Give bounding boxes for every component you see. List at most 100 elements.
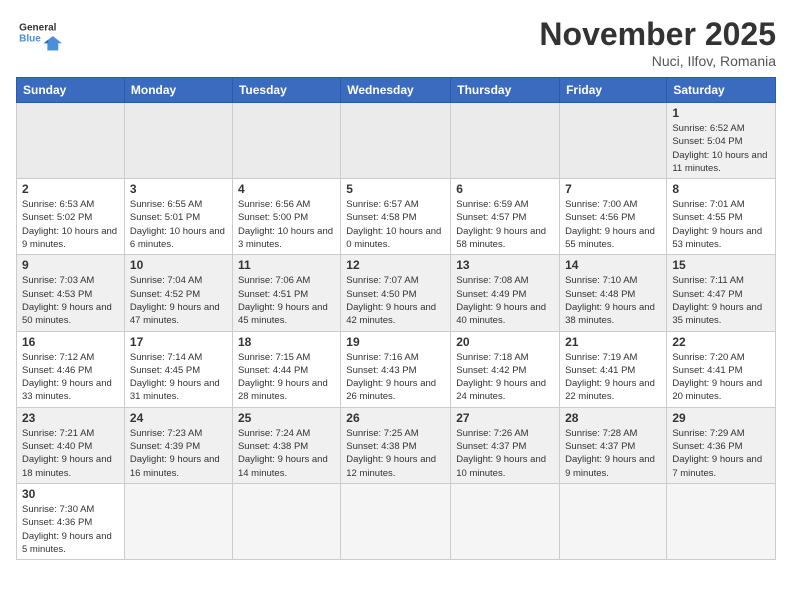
day-number: 22 bbox=[672, 335, 770, 349]
day-number: 3 bbox=[130, 182, 227, 196]
day-info: Sunrise: 7:25 AM Sunset: 4:38 PM Dayligh… bbox=[346, 427, 445, 480]
calendar-cell: 20 Sunrise: 7:18 AM Sunset: 4:42 PM Dayli… bbox=[451, 331, 560, 407]
day-info: Sunrise: 6:57 AM Sunset: 4:58 PM Dayligh… bbox=[346, 198, 445, 251]
calendar-cell: 18Sunrise: 7:15 AM Sunset: 4:44 PM Dayli… bbox=[232, 331, 340, 407]
calendar-cell: 24 Sunrise: 7:23 AM Sunset: 4:39 PM Dayli… bbox=[124, 407, 232, 483]
day-number: 12 bbox=[346, 258, 445, 272]
calendar-cell: 2 Sunrise: 6:53 AM Sunset: 5:02 PM Daylig… bbox=[17, 179, 125, 255]
calendar-header-row: SundayMondayTuesdayWednesdayThursdayFrid… bbox=[17, 78, 776, 103]
calendar-week-4: 23 Sunrise: 7:21 AM Sunset: 4:40 PM Dayli… bbox=[17, 407, 776, 483]
calendar-cell: 15 Sunrise: 7:11 AM Sunset: 4:47 PM Dayli… bbox=[667, 255, 776, 331]
day-number: 16 bbox=[22, 335, 119, 349]
calendar-cell: 5Sunrise: 6:57 AM Sunset: 4:58 PM Daylig… bbox=[341, 179, 451, 255]
svg-text:General: General bbox=[19, 23, 56, 34]
day-info: Sunrise: 7:03 AM Sunset: 4:53 PM Dayligh… bbox=[22, 274, 119, 327]
day-number: 17 bbox=[130, 335, 227, 349]
calendar-cell bbox=[667, 483, 776, 559]
calendar-week-3: 16 Sunrise: 7:12 AM Sunset: 4:46 PM Dayli… bbox=[17, 331, 776, 407]
day-info: Sunrise: 7:18 AM Sunset: 4:42 PM Dayligh… bbox=[456, 351, 554, 404]
day-number: 27 bbox=[456, 411, 554, 425]
day-info: Sunrise: 7:12 AM Sunset: 4:46 PM Dayligh… bbox=[22, 351, 119, 404]
day-number: 4 bbox=[238, 182, 335, 196]
day-info: Sunrise: 7:23 AM Sunset: 4:39 PM Dayligh… bbox=[130, 427, 227, 480]
calendar-cell bbox=[232, 103, 340, 179]
day-number: 24 bbox=[130, 411, 227, 425]
calendar-cell: 1Sunrise: 6:52 AM Sunset: 5:04 PM Daylig… bbox=[667, 103, 776, 179]
weekday-header-monday: Monday bbox=[124, 78, 232, 103]
logo-svg: General Blue bbox=[16, 16, 66, 56]
day-info: Sunrise: 6:52 AM Sunset: 5:04 PM Dayligh… bbox=[672, 122, 770, 175]
calendar-cell: 29Sunrise: 7:29 AM Sunset: 4:36 PM Dayli… bbox=[667, 407, 776, 483]
calendar-cell bbox=[232, 483, 340, 559]
day-info: Sunrise: 7:20 AM Sunset: 4:41 PM Dayligh… bbox=[672, 351, 770, 404]
day-number: 15 bbox=[672, 258, 770, 272]
day-info: Sunrise: 7:10 AM Sunset: 4:48 PM Dayligh… bbox=[565, 274, 661, 327]
calendar-cell: 12 Sunrise: 7:07 AM Sunset: 4:50 PM Dayli… bbox=[341, 255, 451, 331]
day-number: 2 bbox=[22, 182, 119, 196]
location: Nuci, Ilfov, Romania bbox=[539, 53, 776, 69]
calendar-cell bbox=[124, 103, 232, 179]
day-number: 23 bbox=[22, 411, 119, 425]
day-info: Sunrise: 7:11 AM Sunset: 4:47 PM Dayligh… bbox=[672, 274, 770, 327]
day-info: Sunrise: 6:55 AM Sunset: 5:01 PM Dayligh… bbox=[130, 198, 227, 251]
calendar-cell: 30Sunrise: 7:30 AM Sunset: 4:36 PM Dayli… bbox=[17, 483, 125, 559]
day-info: Sunrise: 6:56 AM Sunset: 5:00 PM Dayligh… bbox=[238, 198, 335, 251]
month-title: November 2025 bbox=[539, 16, 776, 53]
day-number: 19 bbox=[346, 335, 445, 349]
day-info: Sunrise: 7:01 AM Sunset: 4:55 PM Dayligh… bbox=[672, 198, 770, 251]
day-info: Sunrise: 7:07 AM Sunset: 4:50 PM Dayligh… bbox=[346, 274, 445, 327]
day-number: 8 bbox=[672, 182, 770, 196]
calendar-cell: 21 Sunrise: 7:19 AM Sunset: 4:41 PM Dayli… bbox=[560, 331, 667, 407]
calendar-cell: 16 Sunrise: 7:12 AM Sunset: 4:46 PM Dayli… bbox=[17, 331, 125, 407]
day-info: Sunrise: 7:00 AM Sunset: 4:56 PM Dayligh… bbox=[565, 198, 661, 251]
day-number: 9 bbox=[22, 258, 119, 272]
calendar-cell: 10 Sunrise: 7:04 AM Sunset: 4:52 PM Dayli… bbox=[124, 255, 232, 331]
calendar-cell bbox=[560, 483, 667, 559]
day-info: Sunrise: 7:19 AM Sunset: 4:41 PM Dayligh… bbox=[565, 351, 661, 404]
day-info: Sunrise: 7:08 AM Sunset: 4:49 PM Dayligh… bbox=[456, 274, 554, 327]
calendar-week-2: 9 Sunrise: 7:03 AM Sunset: 4:53 PM Daylig… bbox=[17, 255, 776, 331]
day-number: 30 bbox=[22, 487, 119, 501]
calendar-cell: 28 Sunrise: 7:28 AM Sunset: 4:37 PM Dayli… bbox=[560, 407, 667, 483]
calendar-cell: 9 Sunrise: 7:03 AM Sunset: 4:53 PM Daylig… bbox=[17, 255, 125, 331]
day-number: 18 bbox=[238, 335, 335, 349]
day-number: 10 bbox=[130, 258, 227, 272]
day-info: Sunrise: 6:53 AM Sunset: 5:02 PM Dayligh… bbox=[22, 198, 119, 251]
calendar-cell: 7Sunrise: 7:00 AM Sunset: 4:56 PM Daylig… bbox=[560, 179, 667, 255]
day-info: Sunrise: 7:04 AM Sunset: 4:52 PM Dayligh… bbox=[130, 274, 227, 327]
calendar-cell: 4 Sunrise: 6:56 AM Sunset: 5:00 PM Daylig… bbox=[232, 179, 340, 255]
day-info: Sunrise: 7:21 AM Sunset: 4:40 PM Dayligh… bbox=[22, 427, 119, 480]
day-number: 13 bbox=[456, 258, 554, 272]
calendar-cell bbox=[124, 483, 232, 559]
calendar-cell bbox=[341, 103, 451, 179]
calendar-cell: 11Sunrise: 7:06 AM Sunset: 4:51 PM Dayli… bbox=[232, 255, 340, 331]
calendar-cell bbox=[17, 103, 125, 179]
calendar-week-1: 2 Sunrise: 6:53 AM Sunset: 5:02 PM Daylig… bbox=[17, 179, 776, 255]
day-number: 20 bbox=[456, 335, 554, 349]
calendar-cell: 8 Sunrise: 7:01 AM Sunset: 4:55 PM Daylig… bbox=[667, 179, 776, 255]
day-info: Sunrise: 7:06 AM Sunset: 4:51 PM Dayligh… bbox=[238, 274, 335, 327]
svg-text:Blue: Blue bbox=[19, 33, 41, 44]
day-number: 25 bbox=[238, 411, 335, 425]
day-number: 21 bbox=[565, 335, 661, 349]
calendar-cell: 14Sunrise: 7:10 AM Sunset: 4:48 PM Dayli… bbox=[560, 255, 667, 331]
calendar-cell: 17Sunrise: 7:14 AM Sunset: 4:45 PM Dayli… bbox=[124, 331, 232, 407]
day-info: Sunrise: 7:24 AM Sunset: 4:38 PM Dayligh… bbox=[238, 427, 335, 480]
day-info: Sunrise: 7:28 AM Sunset: 4:37 PM Dayligh… bbox=[565, 427, 661, 480]
calendar-cell: 25 Sunrise: 7:24 AM Sunset: 4:38 PM Dayli… bbox=[232, 407, 340, 483]
day-number: 28 bbox=[565, 411, 661, 425]
title-block: November 2025 Nuci, Ilfov, Romania bbox=[539, 16, 776, 69]
day-number: 26 bbox=[346, 411, 445, 425]
calendar-table: SundayMondayTuesdayWednesdayThursdayFrid… bbox=[16, 77, 776, 560]
day-number: 6 bbox=[456, 182, 554, 196]
calendar-cell: 13 Sunrise: 7:08 AM Sunset: 4:49 PM Dayli… bbox=[451, 255, 560, 331]
calendar-cell: 23 Sunrise: 7:21 AM Sunset: 4:40 PM Dayli… bbox=[17, 407, 125, 483]
logo: General Blue bbox=[16, 16, 66, 56]
weekday-header-friday: Friday bbox=[560, 78, 667, 103]
calendar-cell bbox=[560, 103, 667, 179]
calendar-cell: 26 Sunrise: 7:25 AM Sunset: 4:38 PM Dayli… bbox=[341, 407, 451, 483]
day-info: Sunrise: 7:16 AM Sunset: 4:43 PM Dayligh… bbox=[346, 351, 445, 404]
calendar-cell bbox=[451, 483, 560, 559]
calendar-cell: 6Sunrise: 6:59 AM Sunset: 4:57 PM Daylig… bbox=[451, 179, 560, 255]
calendar-week-0: 1Sunrise: 6:52 AM Sunset: 5:04 PM Daylig… bbox=[17, 103, 776, 179]
